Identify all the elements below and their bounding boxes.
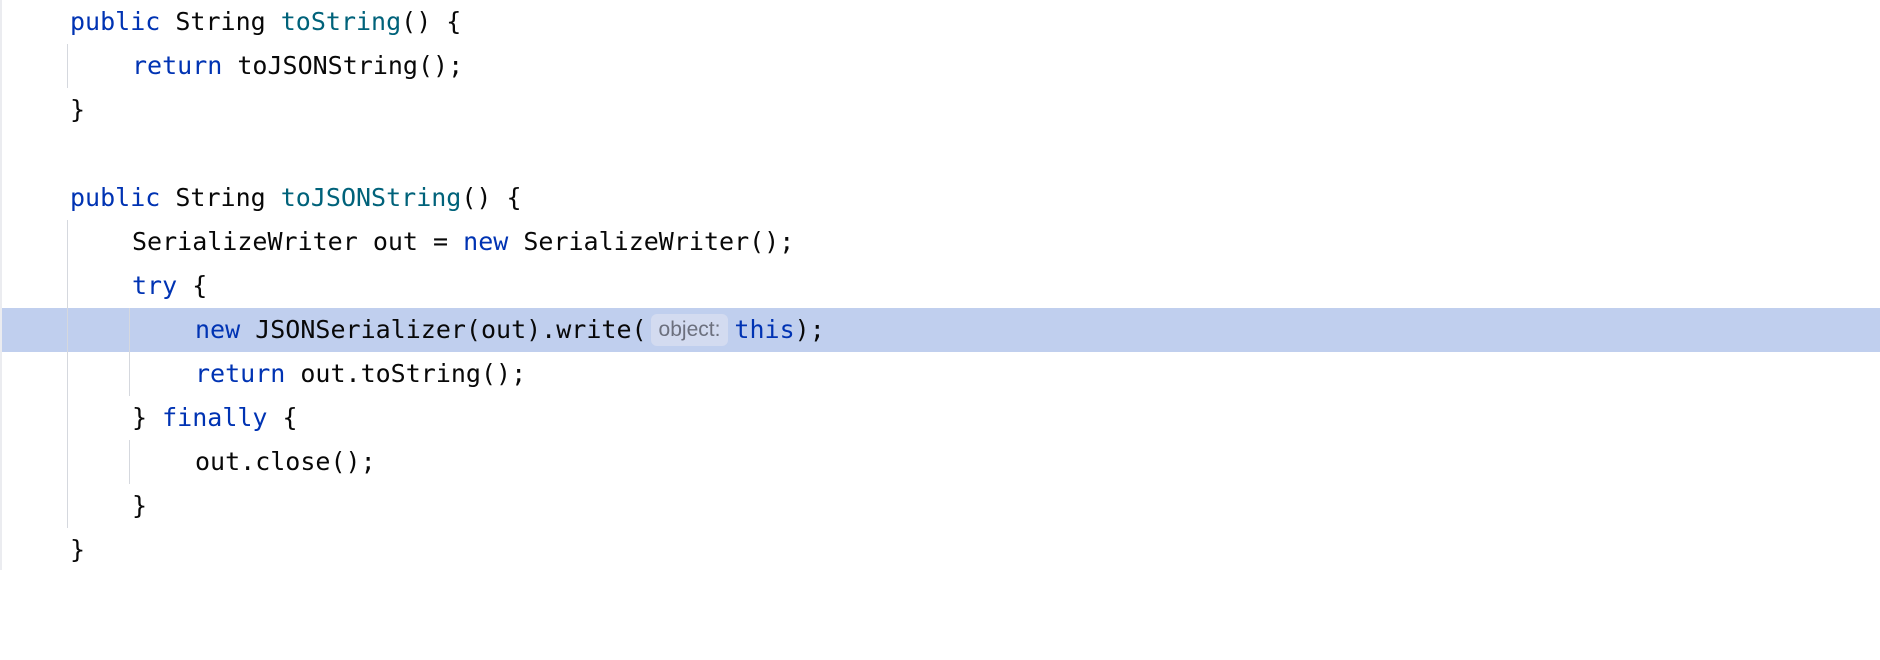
- keyword-token: try: [132, 271, 178, 300]
- method-name-token: toString: [280, 7, 402, 36]
- code-token: );: [794, 315, 825, 344]
- indent-guide: [67, 308, 68, 352]
- code-line[interactable]: }: [2, 484, 1880, 528]
- code-line[interactable]: public String toString() {: [2, 0, 1880, 44]
- code-line[interactable]: return out.toString();: [2, 352, 1880, 396]
- keyword-token: this: [734, 315, 795, 344]
- indent-guide: [129, 308, 130, 352]
- code-token: SerializeWriter();: [508, 227, 795, 256]
- indent-guide: [67, 440, 68, 484]
- keyword-token: new: [195, 315, 241, 344]
- indent-guide: [67, 352, 68, 396]
- keyword-token: return: [132, 51, 223, 80]
- parameter-inlay-hint: object:: [650, 314, 729, 346]
- keyword-token: new: [463, 227, 509, 256]
- code-token: }: [132, 491, 148, 520]
- keyword-token: finally: [162, 403, 268, 432]
- code-line[interactable]: SerializeWriter out = new SerializeWrite…: [2, 220, 1880, 264]
- current-line-highlight[interactable]: new JSONSerializer(out).write(object: thi…: [2, 308, 1880, 352]
- code-token: out.close();: [195, 447, 376, 476]
- code-token: SerializeWriter out =: [132, 227, 464, 256]
- code-token: }: [70, 95, 86, 124]
- keyword-token: return: [195, 359, 286, 388]
- code-token: out.toString();: [285, 359, 527, 388]
- code-token: toJSONString();: [222, 51, 464, 80]
- code-token: String: [160, 7, 281, 36]
- indent-guide: [129, 440, 130, 484]
- code-line[interactable]: } finally {: [2, 396, 1880, 440]
- keyword-token: public: [70, 183, 161, 212]
- code-line[interactable]: }: [2, 528, 1880, 570]
- code-token: }: [70, 535, 86, 564]
- code-line[interactable]: out.close();: [2, 440, 1880, 484]
- indent-guide: [129, 352, 130, 396]
- code-line[interactable]: try {: [2, 264, 1880, 308]
- keyword-token: public: [70, 7, 161, 36]
- code-token: JSONSerializer(out).write(: [240, 315, 647, 344]
- code-line[interactable]: return toJSONString();: [2, 44, 1880, 88]
- code-token: {: [267, 403, 298, 432]
- code-line[interactable]: }: [2, 88, 1880, 132]
- code-token: () {: [461, 183, 522, 212]
- code-editor[interactable]: public String toString() { return toJSON…: [0, 0, 1880, 570]
- code-token: String: [160, 183, 281, 212]
- code-line[interactable]: public String toJSONString() {: [2, 176, 1880, 220]
- method-name-token: toJSONString: [280, 183, 462, 212]
- code-token: {: [177, 271, 208, 300]
- indent-guide: [67, 484, 68, 528]
- code-token: }: [132, 403, 163, 432]
- code-line-empty[interactable]: [2, 132, 1880, 176]
- code-token: () {: [401, 7, 462, 36]
